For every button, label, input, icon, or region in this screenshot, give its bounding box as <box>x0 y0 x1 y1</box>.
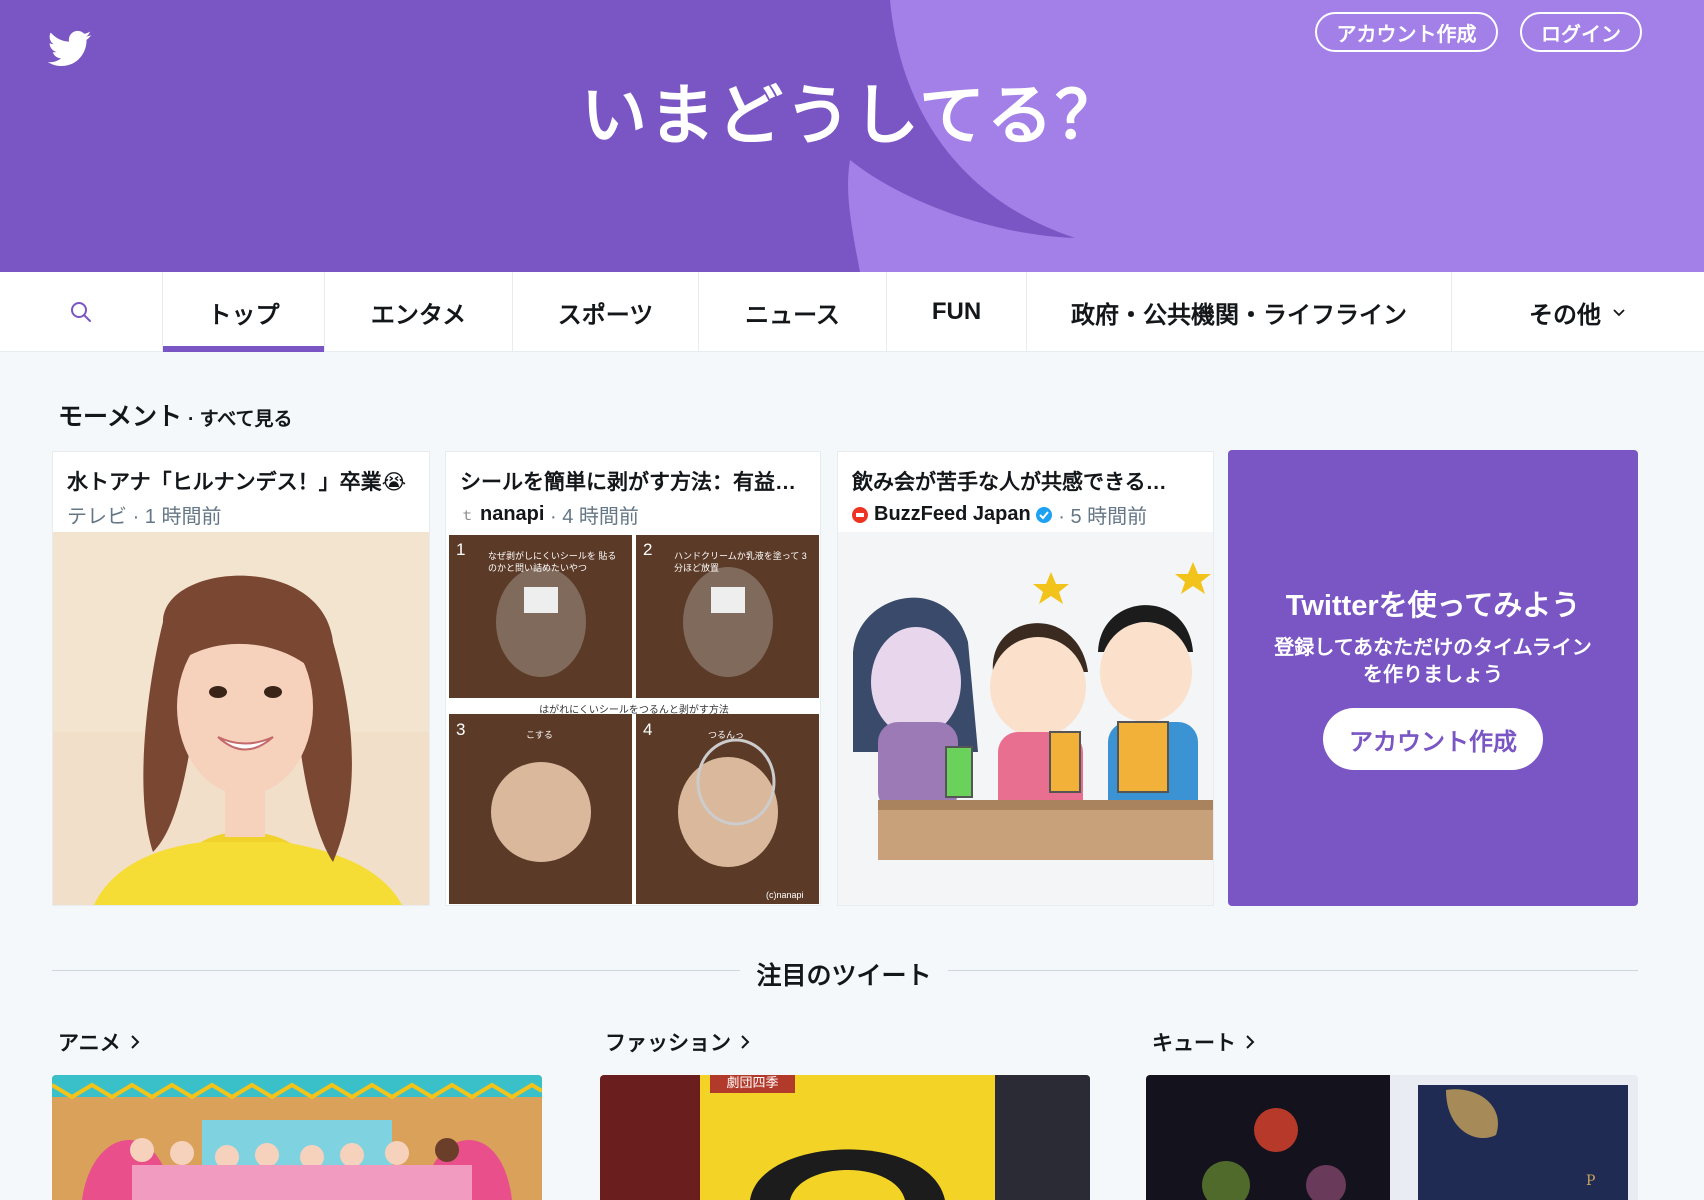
chevron-down-icon <box>1613 309 1625 317</box>
moment-title: 飲み会が苦手な人が共感できる… <box>852 471 1167 494</box>
tab-label: FUN <box>931 298 982 325</box>
promo-title: Twitterを使ってみよう <box>1285 590 1581 622</box>
tab-label: その他 <box>1529 301 1601 329</box>
tab-label: トップ <box>207 301 280 329</box>
moment-title: シールを簡単に剥がす方法：有益メモ <box>460 471 806 494</box>
tab-top[interactable]: トップ <box>163 272 325 352</box>
theater-sign-text: 劇団四季 <box>726 1076 779 1091</box>
tab-entertainment[interactable]: エンタメ <box>325 272 513 352</box>
moments-title: モーメント <box>58 403 183 431</box>
signup-button[interactable]: アカウント作成 <box>1315 12 1498 52</box>
search-icon <box>71 302 91 322</box>
category-nav: トップ エンタメ スポーツ ニュース FUN 政府・公共機関・ライフライン その… <box>0 272 1704 352</box>
search-button[interactable] <box>0 272 163 352</box>
moment-card[interactable]: 水トアナ「ヒルナンデス！」卒業😭 テレビ · 1 時間前 <box>52 451 430 906</box>
chevron-right-icon <box>741 1035 750 1049</box>
tab-label: 政府・公共機関・ライフライン <box>1071 301 1407 329</box>
moment-title: 水トアナ「ヒルナンデス！」卒業😭 <box>67 471 407 494</box>
moment-source: BuzzFeed Japan <box>874 503 1031 525</box>
chevron-right-icon <box>1246 1035 1255 1049</box>
category-link-cute[interactable]: キュート <box>1152 1027 1256 1057</box>
featured-heading: 注目のツイート <box>756 962 932 990</box>
box-monogram: P <box>1586 1173 1595 1189</box>
moment-source: テレビ <box>67 506 127 528</box>
divider <box>52 970 740 971</box>
moment-time: · 5 時間前 <box>1058 506 1148 528</box>
nanapi-logo-icon: ｔ <box>460 506 474 523</box>
divider <box>948 970 1638 971</box>
category-link-anime[interactable]: アニメ <box>58 1027 141 1057</box>
moment-image-drinking-party <box>838 532 1213 905</box>
chevron-right-icon <box>130 1035 140 1049</box>
see-all-link[interactable]: · すべて見る <box>188 409 293 430</box>
tab-sports[interactable]: スポーツ <box>513 272 699 352</box>
buzzfeed-logo-icon <box>852 506 868 523</box>
page-headline: いまどうしてる？ <box>580 78 1124 152</box>
moment-card[interactable]: 飲み会が苦手な人が共感できる… BuzzFeed Japan · 5 時間前 <box>837 451 1214 906</box>
promo-subtitle: 登録してあなただけのタイムラインを作りましょう <box>1274 637 1592 686</box>
moment-image-portrait <box>53 532 429 905</box>
tab-label: スポーツ <box>557 301 654 329</box>
moment-image-sticker-steps: 1 2 3 4 なぜ剥がしにくいシールを 貼るのかと問い詰めたいやつ ハンドクリ… <box>446 532 820 905</box>
featured-tweet-image-cute[interactable]: P <box>1146 1075 1638 1200</box>
verified-badge-icon <box>1035 506 1052 523</box>
tab-more[interactable]: その他 <box>1452 272 1704 352</box>
hero-header: いまどうしてる？ アカウント作成 ログイン <box>0 0 1704 272</box>
category-label: アニメ <box>58 1032 121 1055</box>
tab-government[interactable]: 政府・公共機関・ライフライン <box>1027 272 1452 352</box>
category-label: キュート <box>1152 1032 1236 1055</box>
login-button[interactable]: ログイン <box>1520 12 1642 52</box>
category-link-fashion[interactable]: ファッション <box>605 1027 751 1057</box>
tab-label: ニュース <box>745 301 840 329</box>
category-label: ファッション <box>605 1032 731 1055</box>
promo-signup-button[interactable]: アカウント作成 <box>1323 708 1543 770</box>
moment-time: · 1 時間前 <box>132 506 222 528</box>
moment-source: nanapi <box>480 503 545 525</box>
tab-fun[interactable]: FUN <box>887 272 1027 352</box>
featured-tweet-image-anime[interactable] <box>52 1075 542 1200</box>
tab-label: エンタメ <box>370 301 467 329</box>
moment-time: · 4 時間前 <box>550 506 639 528</box>
tab-news[interactable]: ニュース <box>699 272 887 352</box>
featured-tweet-image-fashion[interactable]: 劇団四季 <box>600 1075 1090 1200</box>
signup-promo-card: Twitterを使ってみよう 登録してあなただけのタイムラインを作りましょう ア… <box>1228 450 1638 906</box>
moments-heading: モーメント · すべて見る <box>58 397 293 433</box>
moment-card[interactable]: シールを簡単に剥がす方法：有益メモ ｔ nanapi · 4 時間前 1 2 3… <box>445 451 821 906</box>
